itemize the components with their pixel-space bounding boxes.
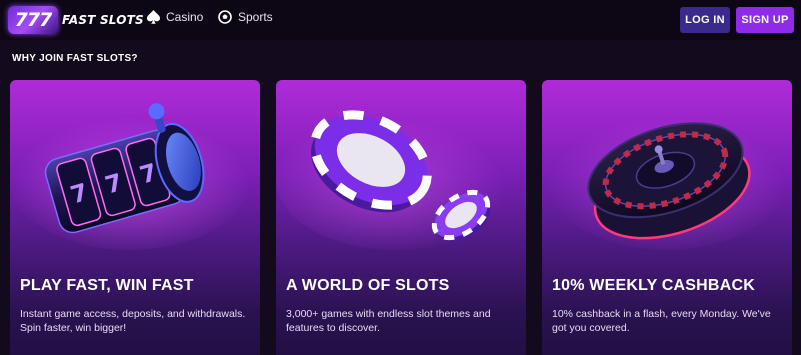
spade-icon bbox=[147, 10, 160, 24]
card-title: A WORLD OF SLOTS bbox=[286, 277, 450, 294]
feature-card-weekly-cashback: 10% WEEKLY CASHBACK 10% cashback in a fl… bbox=[542, 80, 792, 355]
nav-item-casino[interactable]: Casino bbox=[147, 10, 203, 24]
casino-chips-illustration bbox=[276, 110, 516, 250]
top-navigation-bar: 777 FAST SLOTS Casino Sports LOG IN SIGN… bbox=[0, 0, 801, 40]
section-title: WHY JOIN FAST SLOTS? bbox=[12, 53, 138, 64]
roulette-wheel-illustration bbox=[547, 110, 787, 250]
nav-item-sports[interactable]: Sports bbox=[218, 10, 273, 24]
nav-label-sports: Sports bbox=[238, 10, 273, 24]
feature-card-world-of-slots: A WORLD OF SLOTS 3,000+ games with endle… bbox=[276, 80, 526, 355]
card-title: PLAY FAST, WIN FAST bbox=[20, 277, 194, 294]
nav-label-casino: Casino bbox=[166, 10, 204, 24]
slot-machine-reel-illustration: 7 7 7 bbox=[10, 103, 250, 250]
signup-button[interactable]: SIGN UP bbox=[736, 7, 794, 33]
card-title: 10% WEEKLY CASHBACK bbox=[552, 277, 755, 294]
feature-card-play-fast: 7 7 7 PLAY FAST, WIN FAST Instant game a… bbox=[10, 80, 260, 355]
logo-mark: 777 bbox=[8, 6, 58, 34]
soccer-ball-icon bbox=[218, 10, 232, 24]
card-description: Instant game access, deposits, and withd… bbox=[20, 308, 246, 334]
card-description: 3,000+ games with endless slot themes an… bbox=[286, 308, 491, 334]
login-button[interactable]: LOG IN bbox=[680, 7, 730, 33]
card-description: 10% cashback in a flash, every Monday. W… bbox=[552, 308, 771, 334]
fast-slots-logo[interactable]: 777 FAST SLOTS bbox=[8, 6, 144, 34]
logo-text: FAST SLOTS bbox=[62, 13, 144, 27]
